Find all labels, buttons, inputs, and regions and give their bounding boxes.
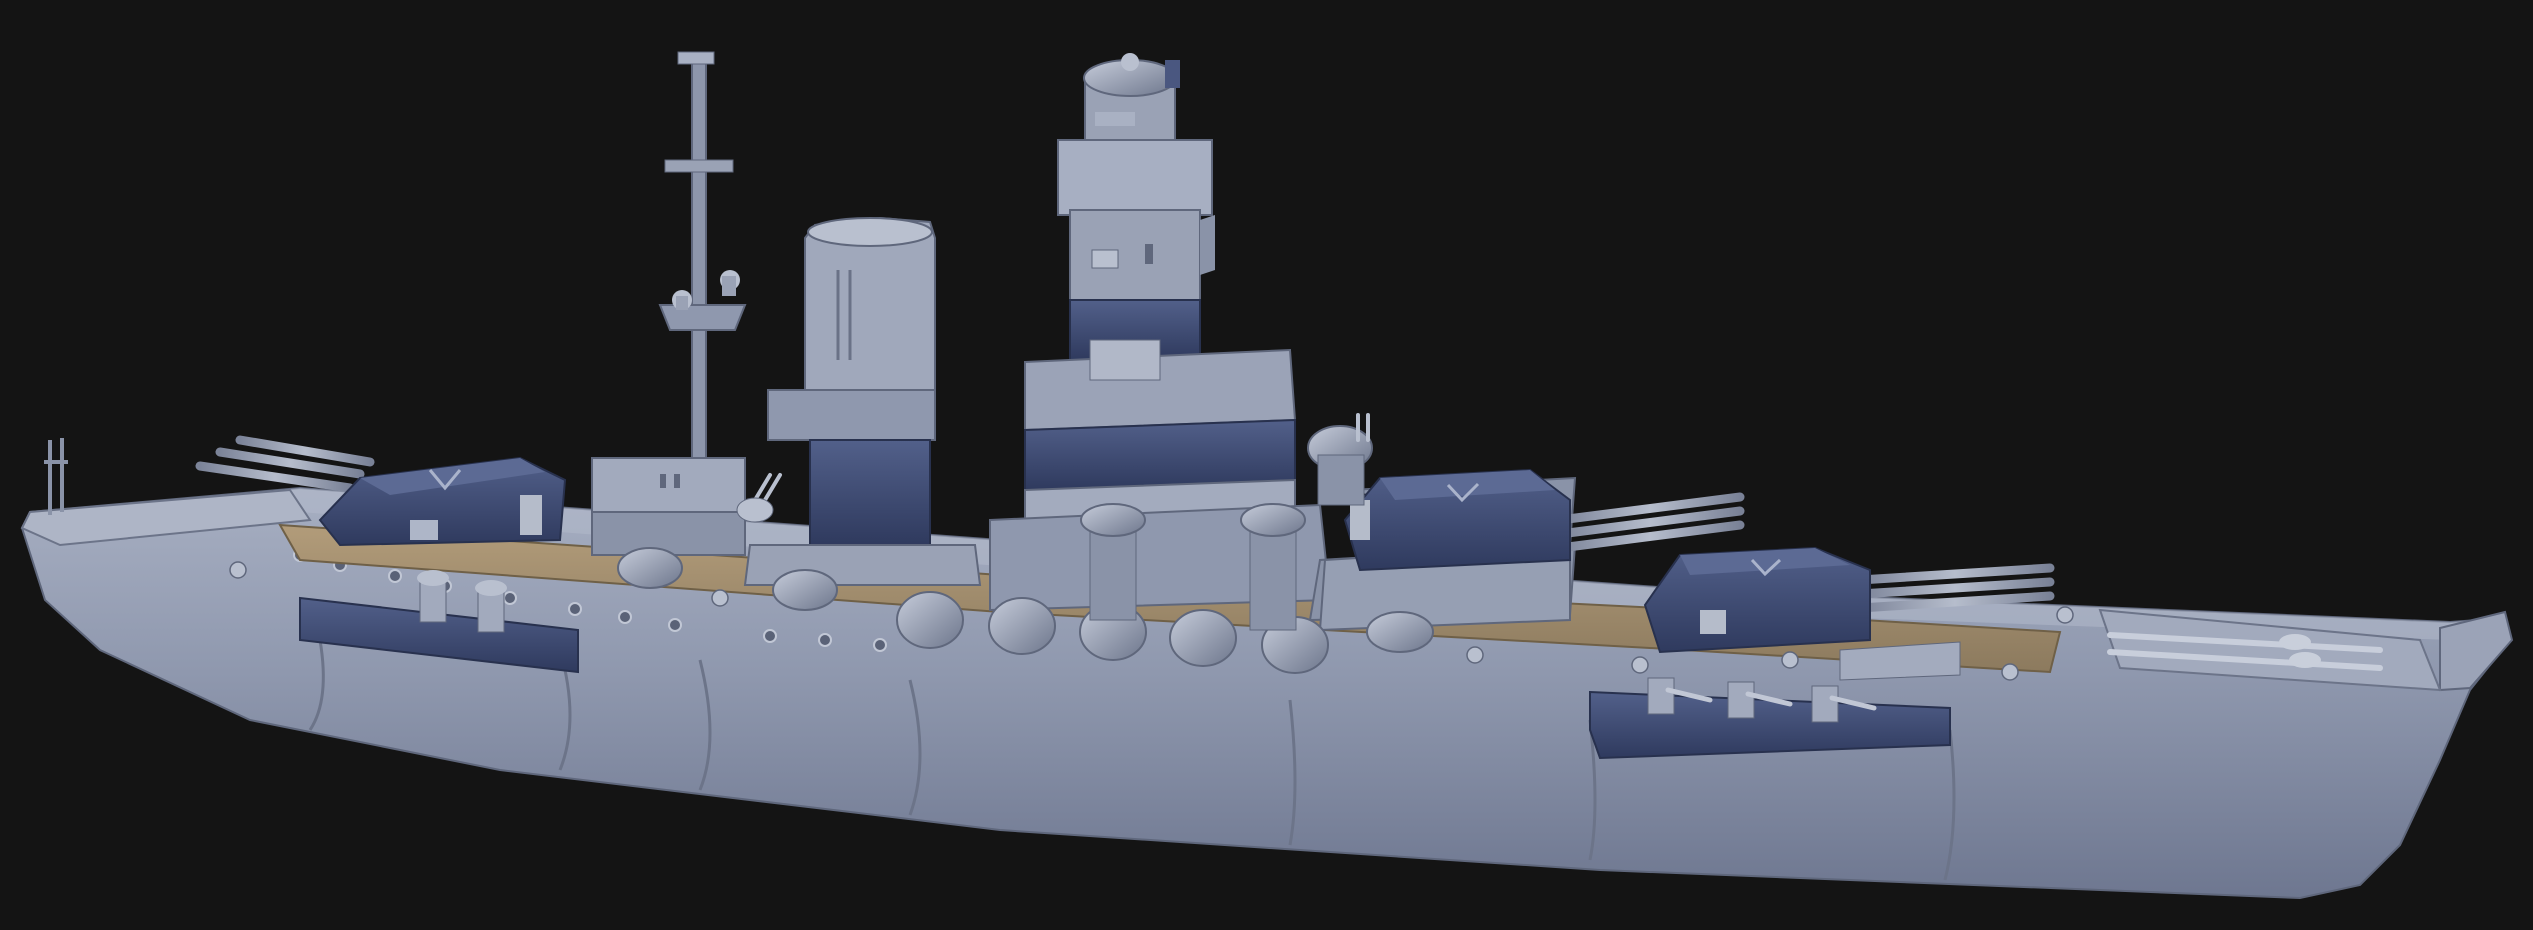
mast (658, 51, 747, 476)
turret-barrels (1855, 563, 2055, 613)
battleship-render (20, 51, 2514, 900)
gun-mount (896, 591, 964, 649)
stern-flagstaff (44, 438, 68, 515)
gun-mount (772, 569, 838, 611)
turret-barrels (195, 435, 375, 493)
aft-superstructure (591, 457, 746, 556)
turret-barrels (1555, 492, 1745, 553)
gun-mount (617, 547, 683, 589)
gun-mount (988, 597, 1056, 655)
gun-mount (1366, 611, 1434, 653)
gun-mount (1169, 609, 1237, 667)
